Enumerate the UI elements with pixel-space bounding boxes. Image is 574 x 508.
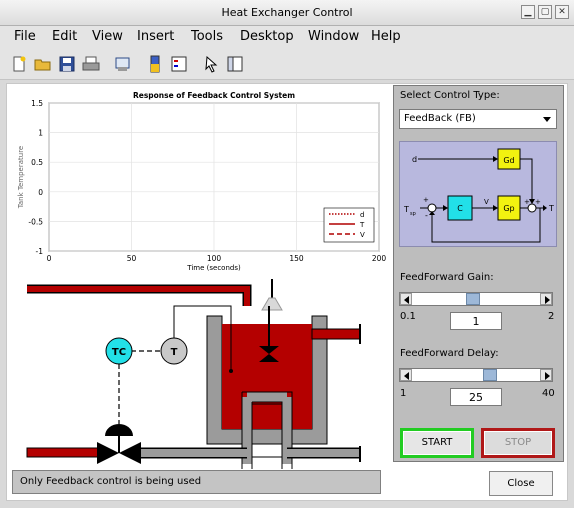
- menu-window[interactable]: Window: [308, 29, 359, 44]
- y-tick-label: 0.5: [31, 158, 43, 167]
- pointer-icon[interactable]: [202, 55, 220, 73]
- menu-desktop[interactable]: Desktop: [240, 29, 294, 44]
- x-axis-label: Time (seconds): [186, 264, 241, 272]
- tsp-sub-label: sp: [410, 211, 416, 217]
- menu-bar: File Edit View Insert Tools Desktop Wind…: [0, 26, 574, 48]
- x-tick-label: 100: [207, 254, 222, 263]
- t-label: T: [171, 347, 178, 358]
- x-tick-label: 150: [289, 254, 304, 263]
- ff-gain-right-arrow-icon[interactable]: [540, 293, 552, 305]
- ff-gain-slider-thumb[interactable]: [465, 293, 480, 305]
- x-tick-label: 0: [47, 254, 52, 263]
- plot-legend: dTV: [323, 207, 375, 243]
- ff-delay-slider-thumb[interactable]: [482, 369, 497, 381]
- tsp-label: T: [403, 205, 409, 214]
- minimize-button[interactable]: ▁: [521, 5, 535, 19]
- menu-edit[interactable]: Edit: [52, 29, 77, 44]
- maximize-button[interactable]: ▢: [538, 5, 552, 19]
- v-label: V: [484, 198, 489, 206]
- menu-insert[interactable]: Insert: [137, 29, 174, 44]
- open-folder-icon[interactable]: [34, 55, 52, 73]
- legend-label-d: d: [360, 211, 364, 219]
- x-tick-label: 50: [127, 254, 137, 263]
- plus-sign-2: +: [524, 198, 530, 206]
- gd-label: Gd: [503, 156, 514, 165]
- plot-title: Response of Feedback Control System: [133, 91, 295, 100]
- ff-delay-input[interactable]: 25: [450, 388, 502, 406]
- ff-gain-left-arrow-icon[interactable]: [400, 293, 412, 305]
- x-tick-label: 200: [372, 254, 387, 263]
- gp-label: Gp: [503, 204, 514, 213]
- y-tick-label: 0: [38, 188, 43, 197]
- plus-sign-3: +: [535, 198, 541, 206]
- ff-delay-min: 1: [400, 388, 407, 399]
- menu-help[interactable]: Help: [371, 29, 401, 44]
- y-tick-label: -0.5: [28, 217, 43, 226]
- select-control-type-label: Select Control Type:: [400, 90, 500, 101]
- ff-delay-left-arrow-icon[interactable]: [400, 369, 412, 381]
- ff-gain-max: 2: [548, 311, 555, 322]
- control-type-dropdown[interactable]: FeedBack (FB): [399, 109, 557, 129]
- process-schematic: TC T: [26, 279, 361, 469]
- t-out-label: T: [548, 204, 554, 213]
- legend-label-V: V: [360, 231, 365, 239]
- ff-gain-label: FeedForward Gain:: [400, 272, 494, 283]
- print-preview-icon[interactable]: [114, 55, 132, 73]
- menu-view[interactable]: View: [92, 29, 123, 44]
- ff-gain-min: 0.1: [400, 311, 416, 322]
- start-button[interactable]: START: [400, 428, 474, 458]
- c-label: C: [457, 204, 463, 213]
- status-message: Only Feedback control is being used: [12, 470, 381, 494]
- property-editor-icon[interactable]: [226, 55, 244, 73]
- minus-sign-1: -: [425, 211, 428, 220]
- close-window-button[interactable]: ✕: [555, 5, 569, 19]
- ff-delay-label: FeedForward Delay:: [400, 348, 499, 359]
- legend-label-T: T: [359, 221, 365, 229]
- ff-delay-slider[interactable]: [399, 368, 553, 382]
- d-label: d: [412, 155, 417, 164]
- ff-delay-max: 40: [542, 388, 555, 399]
- response-plot: 0 50 100 150 200 1.5 1 0.5 0 -0.5 -1 Response of …: [17, 91, 386, 272]
- title-bar: Heat Exchanger Control ▁ ▢ ✕: [0, 0, 574, 26]
- y-tick-label: 1.5: [31, 99, 43, 108]
- toolbar: [0, 48, 574, 80]
- chevron-down-icon: [543, 117, 551, 122]
- ff-delay-right-arrow-icon[interactable]: [540, 369, 552, 381]
- plus-sign-1: +: [423, 196, 429, 204]
- window-title: Heat Exchanger Control: [221, 6, 353, 19]
- close-button[interactable]: Close: [489, 471, 553, 496]
- print-icon[interactable]: [82, 55, 100, 73]
- ff-gain-slider[interactable]: [399, 292, 553, 306]
- menu-tools[interactable]: Tools: [191, 29, 223, 44]
- ff-gain-input[interactable]: 1: [450, 312, 502, 330]
- y-tick-label: 1: [38, 129, 43, 138]
- stop-button[interactable]: STOP: [481, 428, 555, 458]
- tc-label: TC: [112, 347, 126, 358]
- save-icon[interactable]: [58, 55, 76, 73]
- menu-file[interactable]: File: [14, 29, 36, 44]
- sum-junction-1: [427, 203, 437, 213]
- y-axis-label: Tank Temperature: [17, 146, 25, 209]
- temperature-sensor-icon: T: [160, 337, 188, 365]
- new-file-icon[interactable]: [10, 55, 28, 73]
- control-type-value: FeedBack (FB): [404, 113, 476, 124]
- temperature-controller-icon: TC: [105, 337, 133, 365]
- block-diagram: Gd d T sp + - C V Gp + + T: [399, 141, 557, 247]
- control-panel: Select Control Type: FeedBack (FB) Gd d …: [393, 85, 564, 462]
- control-valve-icon: [97, 424, 141, 464]
- colorbar-icon[interactable]: [146, 55, 164, 73]
- legend-icon[interactable]: [170, 55, 188, 73]
- y-tick-label: -1: [36, 247, 44, 256]
